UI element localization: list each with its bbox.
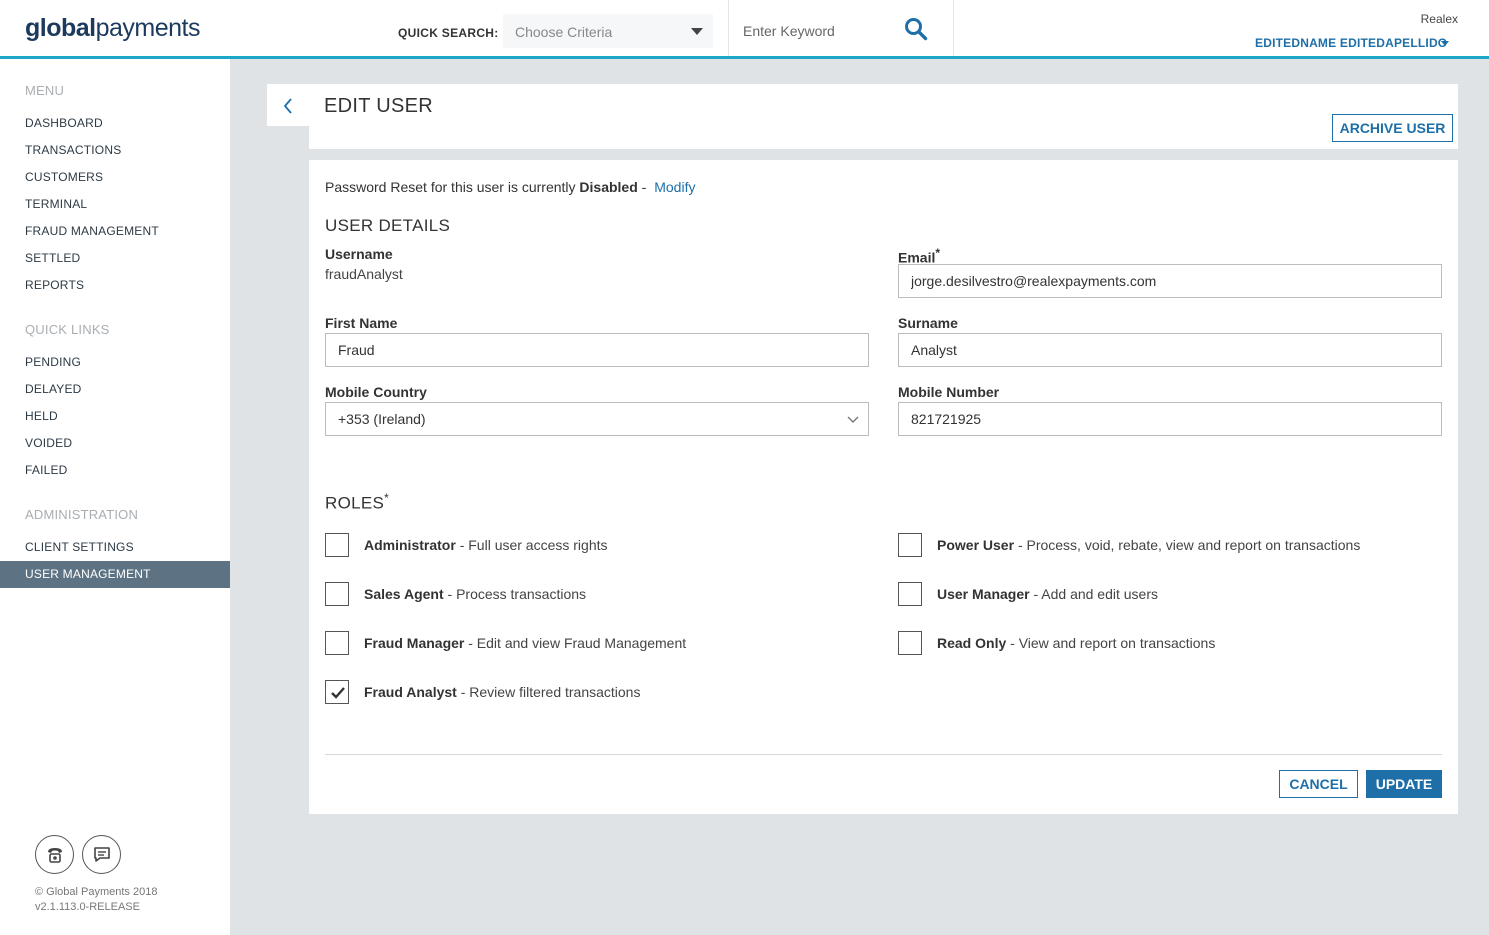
- quick-links-heading: QUICK LINKS: [25, 322, 110, 337]
- role-sales-agent[interactable]: Sales Agent - Process transactions: [325, 582, 825, 606]
- email-label: Email*: [898, 246, 941, 266]
- header-divider: [953, 0, 954, 56]
- sidebar-item-settled[interactable]: SETTLED: [0, 245, 230, 272]
- phone-icon: [48, 848, 62, 863]
- username-label: Username: [325, 246, 393, 262]
- sidebar-item-held[interactable]: HELD: [0, 403, 230, 430]
- role-user-manager[interactable]: User Manager - Add and edit users: [898, 582, 1418, 606]
- first-name-field[interactable]: [325, 333, 869, 367]
- role-checkbox[interactable]: [325, 582, 349, 606]
- surname-field[interactable]: [898, 333, 1442, 367]
- mobile-country-label: Mobile Country: [325, 384, 427, 400]
- sidebar-item-pending[interactable]: PENDING: [0, 349, 230, 376]
- copyright-text: © Global Payments 2018: [35, 886, 158, 898]
- user-menu[interactable]: EDITEDNAME EDITEDAPELLIDO: [1255, 36, 1447, 50]
- modify-link[interactable]: Modify: [654, 179, 695, 195]
- sidebar-item-customers[interactable]: CUSTOMERS: [0, 164, 230, 191]
- merchant-name: Realex: [1420, 12, 1458, 26]
- role-read-only[interactable]: Read Only - View and report on transacti…: [898, 631, 1418, 655]
- administration-heading: ADMINISTRATION: [25, 507, 139, 522]
- keyword-input[interactable]: [729, 14, 879, 48]
- cancel-button[interactable]: CANCEL: [1279, 770, 1358, 798]
- chat-button[interactable]: [82, 835, 121, 874]
- sidebar-item-user-management[interactable]: USER MANAGEMENT: [0, 561, 230, 588]
- title-box: [309, 84, 1458, 149]
- archive-user-button[interactable]: ARCHIVE USER: [1332, 114, 1453, 142]
- search-button[interactable]: [904, 17, 938, 47]
- chevron-down-icon: [847, 416, 859, 423]
- role-checkbox[interactable]: [898, 582, 922, 606]
- back-button[interactable]: [267, 84, 309, 126]
- form-divider: [325, 754, 1442, 755]
- sidebar: MENU DASHBOARD TRANSACTIONS CUSTOMERS TE…: [0, 59, 230, 935]
- criteria-dropdown[interactable]: Choose Criteria: [503, 14, 713, 48]
- sidebar-item-dashboard[interactable]: DASHBOARD: [0, 110, 230, 137]
- title-panel: EDIT USER ARCHIVE USER: [267, 84, 1458, 149]
- mobile-country-select[interactable]: +353 (Ireland): [325, 402, 869, 436]
- surname-label: Surname: [898, 315, 958, 331]
- caret-down-icon: [691, 28, 703, 35]
- sidebar-item-reports[interactable]: REPORTS: [0, 272, 230, 299]
- menu-heading: MENU: [25, 83, 65, 98]
- password-reset-status: Password Reset for this user is currentl…: [325, 179, 696, 195]
- edit-user-form: Password Reset for this user is currentl…: [309, 160, 1458, 814]
- sidebar-item-fraud-management[interactable]: FRAUD MANAGEMENT: [0, 218, 230, 245]
- role-fraud-analyst[interactable]: Fraud Analyst - Review filtered transact…: [325, 680, 825, 704]
- footer-info: © Global Payments 2018 v2.1.113.0-RELEAS…: [35, 885, 157, 915]
- mobile-country-value: +353 (Ireland): [338, 411, 426, 427]
- role-administrator[interactable]: Administrator - Full user access rights: [325, 533, 825, 557]
- role-fraud-manager[interactable]: Fraud Manager - Edit and view Fraud Mana…: [325, 631, 825, 655]
- password-reset-state: Disabled: [579, 179, 638, 195]
- phone-button[interactable]: [35, 835, 74, 874]
- top-header: globalpayments QUICK SEARCH: Choose Crit…: [0, 0, 1489, 59]
- search-icon: [905, 18, 928, 41]
- role-checkbox[interactable]: [898, 631, 922, 655]
- role-checkbox-checked[interactable]: [325, 680, 349, 704]
- roles-heading: ROLES*: [325, 491, 390, 513]
- sidebar-item-client-settings[interactable]: CLIENT SETTINGS: [0, 534, 230, 561]
- role-checkbox[interactable]: [325, 533, 349, 557]
- username-value: fraudAnalyst: [325, 266, 403, 282]
- mobile-number-label: Mobile Number: [898, 384, 1000, 400]
- page-title: EDIT USER: [324, 95, 434, 117]
- sidebar-item-transactions[interactable]: TRANSACTIONS: [0, 137, 230, 164]
- quick-search-label: QUICK SEARCH:: [398, 26, 499, 40]
- caret-down-icon[interactable]: [1441, 41, 1449, 46]
- checkmark-icon: [331, 687, 345, 699]
- first-name-label: First Name: [325, 315, 398, 331]
- chevron-left-icon: [283, 98, 292, 114]
- criteria-placeholder: Choose Criteria: [515, 24, 613, 40]
- role-power-user[interactable]: Power User - Process, void, rebate, view…: [898, 533, 1418, 557]
- sidebar-item-terminal[interactable]: TERMINAL: [0, 191, 230, 218]
- version-text: v2.1.113.0-RELEASE: [35, 901, 140, 913]
- user-details-heading: USER DETAILS: [325, 216, 451, 235]
- role-checkbox[interactable]: [325, 631, 349, 655]
- sidebar-item-voided[interactable]: VOIDED: [0, 430, 230, 457]
- mobile-number-field[interactable]: [898, 402, 1442, 436]
- global-payments-logo[interactable]: globalpayments: [25, 14, 201, 43]
- chat-icon: [94, 847, 110, 862]
- sidebar-item-failed[interactable]: FAILED: [0, 457, 230, 484]
- role-checkbox[interactable]: [898, 533, 922, 557]
- update-button[interactable]: UPDATE: [1366, 770, 1442, 798]
- sidebar-item-delayed[interactable]: DELAYED: [0, 376, 230, 403]
- email-field[interactable]: [898, 264, 1442, 298]
